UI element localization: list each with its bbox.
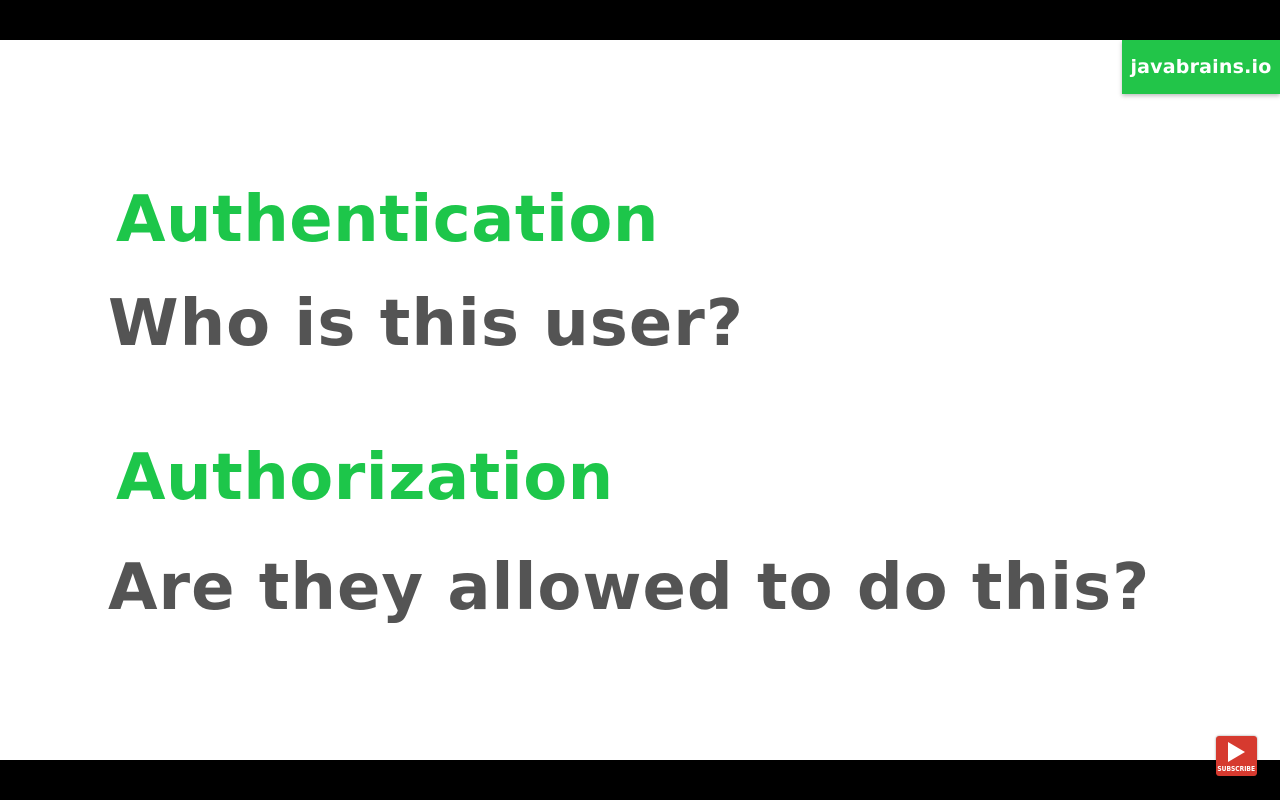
question-authorization: Are they allowed to do this? xyxy=(108,551,1151,625)
video-frame: javabrains.io Authentication Who is this… xyxy=(0,0,1280,800)
subscribe-button[interactable]: SUBSCRIBE xyxy=(1216,736,1257,776)
term-authentication: Authentication xyxy=(116,183,659,257)
subscribe-label: SUBSCRIBE xyxy=(1217,765,1256,773)
brand-badge: javabrains.io xyxy=(1122,40,1280,94)
brand-label: javabrains.io xyxy=(1130,56,1272,78)
question-authentication: Who is this user? xyxy=(108,287,744,361)
letterbox-bottom xyxy=(0,760,1280,800)
slide: javabrains.io Authentication Who is this… xyxy=(0,40,1280,760)
play-icon xyxy=(1228,742,1245,762)
term-authorization: Authorization xyxy=(116,441,614,515)
letterbox-top xyxy=(0,0,1280,40)
